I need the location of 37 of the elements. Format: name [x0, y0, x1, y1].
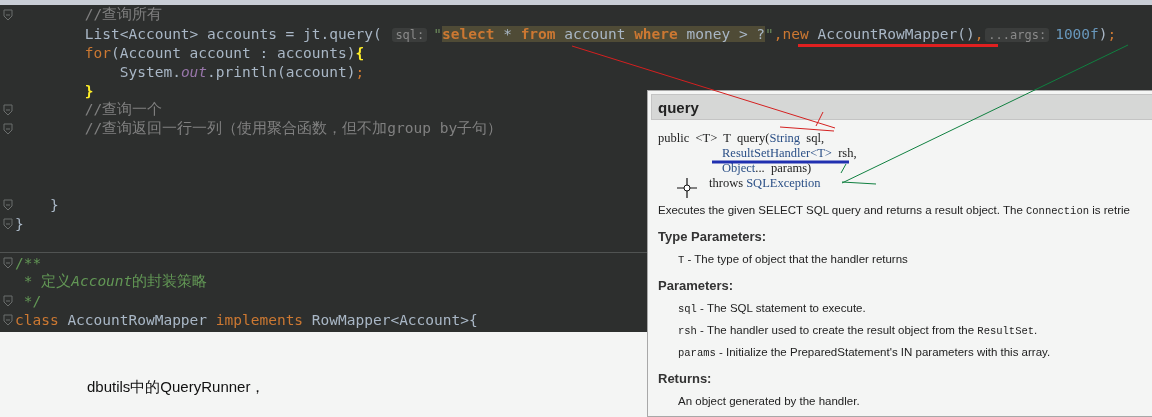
code-line: }: [48, 196, 59, 213]
code-line: class AccountRowMapper implements RowMapper<Account>{: [15, 311, 478, 328]
code-line: System.out.println(account);: [118, 63, 365, 80]
note-text: dbutils中的QueryRunner，: [87, 378, 266, 397]
section-heading: Type Parameters:: [658, 229, 768, 244]
section-heading: Parameters:: [658, 278, 735, 293]
code-line: }: [83, 82, 94, 99]
code-line: //查询所有: [83, 5, 163, 24]
fold-icon[interactable]: [2, 198, 13, 211]
code-line: //查询返回一行一列（使用聚合函数，但不加group by子句）: [83, 119, 503, 138]
method-signature-line: Object... params): [722, 161, 812, 176]
parameter-description: T - The type of object that the handler returns: [678, 253, 909, 266]
code-line: //查询一个: [83, 100, 163, 119]
fold-icon[interactable]: [2, 313, 13, 326]
parameter-description: sql - The SQL statement to execute.: [678, 302, 867, 315]
code-line: List<Account> accounts = jt.query( sql: "select * from account where money > ?",new AccountRowMapper(), ...args: 1000f);: [83, 25, 1117, 42]
fold-icon[interactable]: [2, 122, 13, 135]
code-line: * 定义Account的封装策略: [22, 272, 208, 291]
parameter-description: An object generated by the handler.: [678, 395, 861, 407]
section-heading: Returns:: [658, 371, 713, 386]
code-line: /**: [15, 254, 42, 271]
method-signature-line: ResultSetHandler<T> rsh,: [722, 146, 857, 161]
description-text: Executes the given SELECT SQL query and returns a result object. The Connection is retrie: [658, 204, 1131, 217]
method-signature-line: public <T> T query(String sql,: [658, 131, 825, 146]
code-line: for(Account account : accounts){: [83, 44, 365, 61]
crosshair-cursor-icon: [676, 177, 698, 199]
fold-icon[interactable]: [2, 294, 13, 307]
parameter-description: params - Initialize the PreparedStatement's IN parameters with this array.: [678, 346, 1052, 359]
fold-icon[interactable]: [2, 256, 13, 269]
fold-icon[interactable]: [2, 217, 13, 230]
fold-icon[interactable]: [2, 103, 13, 116]
method-signature-line: throws SQLException: [709, 176, 821, 191]
parameter-description: rsh - The handler used to create the result object from the ResultSet.: [678, 324, 1039, 337]
fold-icon[interactable]: [2, 8, 13, 21]
code-line: }: [15, 215, 24, 232]
popup-title: query: [651, 94, 1152, 120]
code-line: */: [22, 292, 42, 309]
